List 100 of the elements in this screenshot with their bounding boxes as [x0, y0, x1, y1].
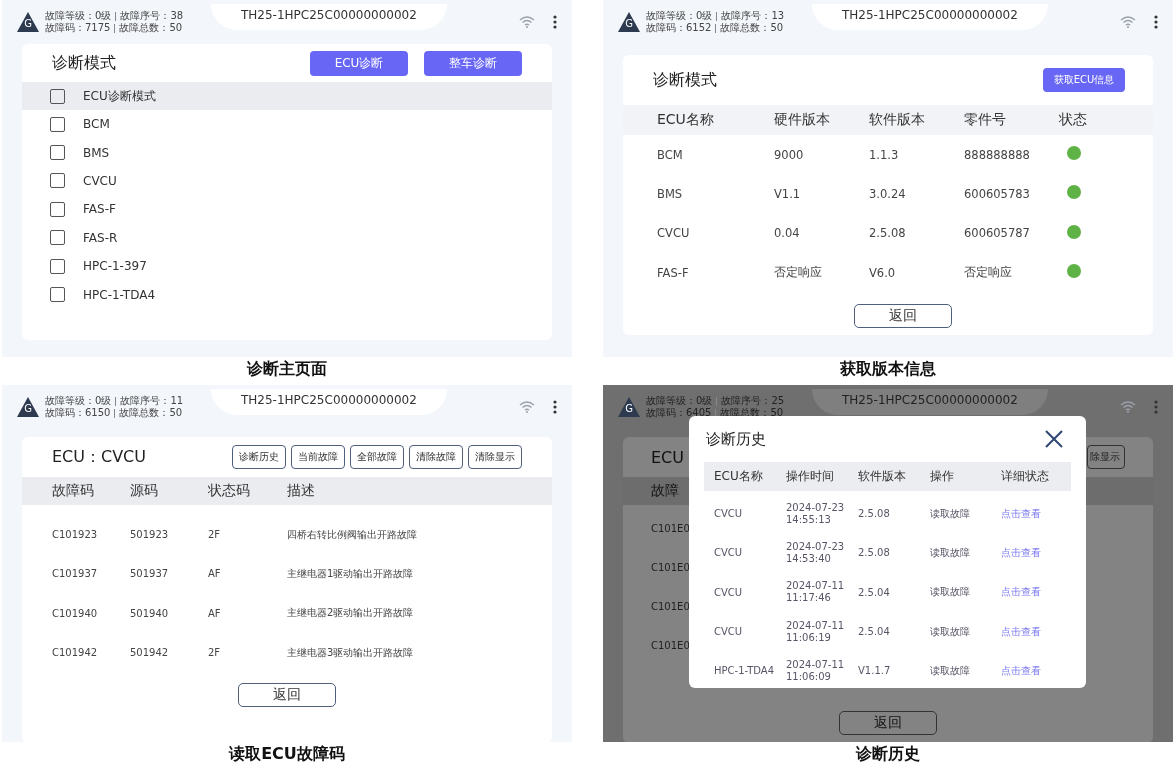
fault-level-text: 故障等级：0级 — [646, 10, 713, 22]
figure-caption: 读取ECU故障码 — [227, 743, 346, 765]
column-header: 状态码 — [208, 482, 251, 500]
table-cell-text: V6.0 — [869, 265, 897, 280]
table-cell-text: BMS — [657, 186, 684, 201]
action-button[interactable]: 清除故障 — [409, 445, 463, 469]
table-cell-text: CVCU — [714, 508, 744, 520]
table-cell-text: 600605787 — [964, 226, 1031, 241]
view-link[interactable]: 点击查看 — [1001, 507, 1041, 519]
checkbox[interactable] — [50, 116, 65, 132]
date-text: 2024-07-11 — [786, 619, 846, 632]
logo-icon: G — [17, 397, 39, 417]
device-title: TH25-1HPC25C00000000002 — [812, 389, 1048, 415]
table-cell-text: 2.5.08 — [858, 547, 891, 559]
back-button[interactable]: 返回 — [238, 683, 336, 708]
action-button[interactable]: 诊断历史 — [232, 445, 286, 469]
fault-sequence-text: 故障序号：25 — [721, 395, 785, 407]
time-text: 14:53:40 — [786, 552, 832, 565]
checkbox-label: FAS-F — [83, 202, 116, 217]
column-header: ECU名称 — [657, 111, 715, 129]
checkbox[interactable] — [50, 258, 65, 274]
table-cell-text: 否定响应 — [964, 265, 1013, 281]
table-cell-text: 读取故障 — [930, 545, 971, 560]
table-cell-text: CVCU — [714, 626, 744, 638]
close-icon[interactable] — [1045, 430, 1063, 448]
back-button[interactable]: 返回 — [854, 304, 952, 329]
table-cell-text: 主继电器3驱动输出开路故障 — [287, 645, 415, 660]
table-cell-text: AF — [208, 568, 222, 580]
back-button[interactable]: 返回 — [839, 711, 937, 735]
checkbox[interactable] — [50, 145, 65, 161]
column-header: 故障 — [651, 482, 679, 500]
fault-sequence-text: 故障序号：38 — [120, 10, 184, 22]
checkbox[interactable] — [50, 230, 65, 246]
mode-button[interactable]: ECU诊断 — [310, 50, 408, 76]
time-text: 11:06:19 — [786, 631, 832, 644]
dialog-title: 诊断历史 — [706, 429, 766, 449]
checkbox[interactable] — [50, 201, 65, 217]
fault-total-text: 故障总数：50 — [119, 22, 183, 34]
fault-code-text: 故障码：6152 — [646, 22, 712, 34]
logo-icon: G — [17, 12, 39, 32]
checkbox-label: CVCU — [83, 173, 117, 188]
table-cell-text: 3.0.24 — [869, 186, 907, 201]
table-cell-text: C101940 — [52, 607, 99, 619]
table-cell-text: 1.1.3 — [869, 147, 900, 162]
mode-button[interactable]: 整车诊断 — [424, 50, 522, 76]
ecu-title: ECU：CVCU — [52, 446, 146, 468]
checkbox-label: FAS-R — [83, 230, 118, 245]
checkbox[interactable] — [50, 287, 65, 303]
table-cell-text: BCM — [657, 147, 684, 162]
checkbox[interactable] — [50, 88, 65, 104]
fault-level-text: 故障等级：0级 — [646, 395, 713, 407]
table-cell-text: V1.1.7 — [858, 665, 892, 677]
more-menu-icon[interactable] — [553, 15, 557, 29]
view-link[interactable]: 点击查看 — [1001, 546, 1041, 558]
figure-caption: 诊断主页面 — [245, 358, 328, 380]
table-cell-text: C101937 — [52, 568, 99, 580]
table-cell-text: 888888888 — [964, 147, 1031, 162]
table-cell-text: AF — [208, 607, 222, 619]
table-cell-text: HPC-1-TDA4 — [714, 665, 776, 677]
table-cell-text: 2.5.08 — [858, 508, 891, 520]
table-cell-text: 2F — [208, 529, 222, 541]
view-link[interactable]: 点击查看 — [1001, 625, 1041, 637]
table-cell-text: 否定响应 — [774, 265, 823, 281]
checkbox-label: HPC-1-397 — [83, 259, 147, 274]
column-header: 软件版本 — [858, 468, 907, 485]
action-button[interactable]: 当前故障 — [291, 445, 345, 469]
column-header: 操作时间 — [786, 468, 835, 485]
wifi-icon — [519, 16, 535, 28]
table-cell-text: FAS-F — [657, 265, 690, 280]
fault-sequence-text: 故障序号：11 — [120, 395, 184, 407]
checkbox-label: BMS — [83, 145, 110, 160]
more-menu-icon[interactable] — [553, 400, 557, 414]
column-header: 描述 — [287, 482, 316, 500]
view-link[interactable]: 点击查看 — [1001, 586, 1041, 598]
action-button[interactable]: 清除显示 — [468, 445, 522, 469]
table-cell-text: 501942 — [130, 647, 170, 659]
table-cell-text: C101942 — [52, 647, 99, 659]
table-cell-text: V1.1 — [774, 186, 802, 201]
action-button[interactable]: 全部故障 — [350, 445, 404, 469]
logo-icon: G — [618, 397, 640, 417]
column-header: ECU名称 — [714, 468, 764, 485]
get-info-button[interactable]: 获取ECU信息 — [1043, 68, 1125, 92]
table-cell-text: 读取故障 — [930, 624, 971, 639]
more-menu-icon[interactable] — [1154, 15, 1158, 29]
table-cell-text: 主继电器1驱动输出开路故障 — [287, 566, 415, 581]
wifi-icon — [1120, 16, 1136, 28]
table-cell-text: 501923 — [130, 529, 170, 541]
table-cell-text: 2.5.04 — [858, 626, 891, 638]
column-header: 状态 — [1059, 111, 1088, 129]
time-text: 14:55:13 — [786, 513, 832, 526]
view-link[interactable]: 点击查看 — [1001, 664, 1041, 676]
page-title: 诊断模式 — [653, 69, 717, 91]
checkbox[interactable] — [50, 173, 65, 189]
table-cell-text: C101E0 — [650, 601, 691, 612]
table-cell-text: CVCU — [657, 226, 691, 241]
date-text: 2024-07-23 — [786, 540, 846, 553]
column-header: 零件号 — [964, 111, 1007, 129]
table-cell-text: 501937 — [130, 568, 170, 580]
checkbox-label: ECU诊断模式 — [83, 87, 156, 105]
action-button[interactable]: 除显示 — [1087, 445, 1125, 469]
